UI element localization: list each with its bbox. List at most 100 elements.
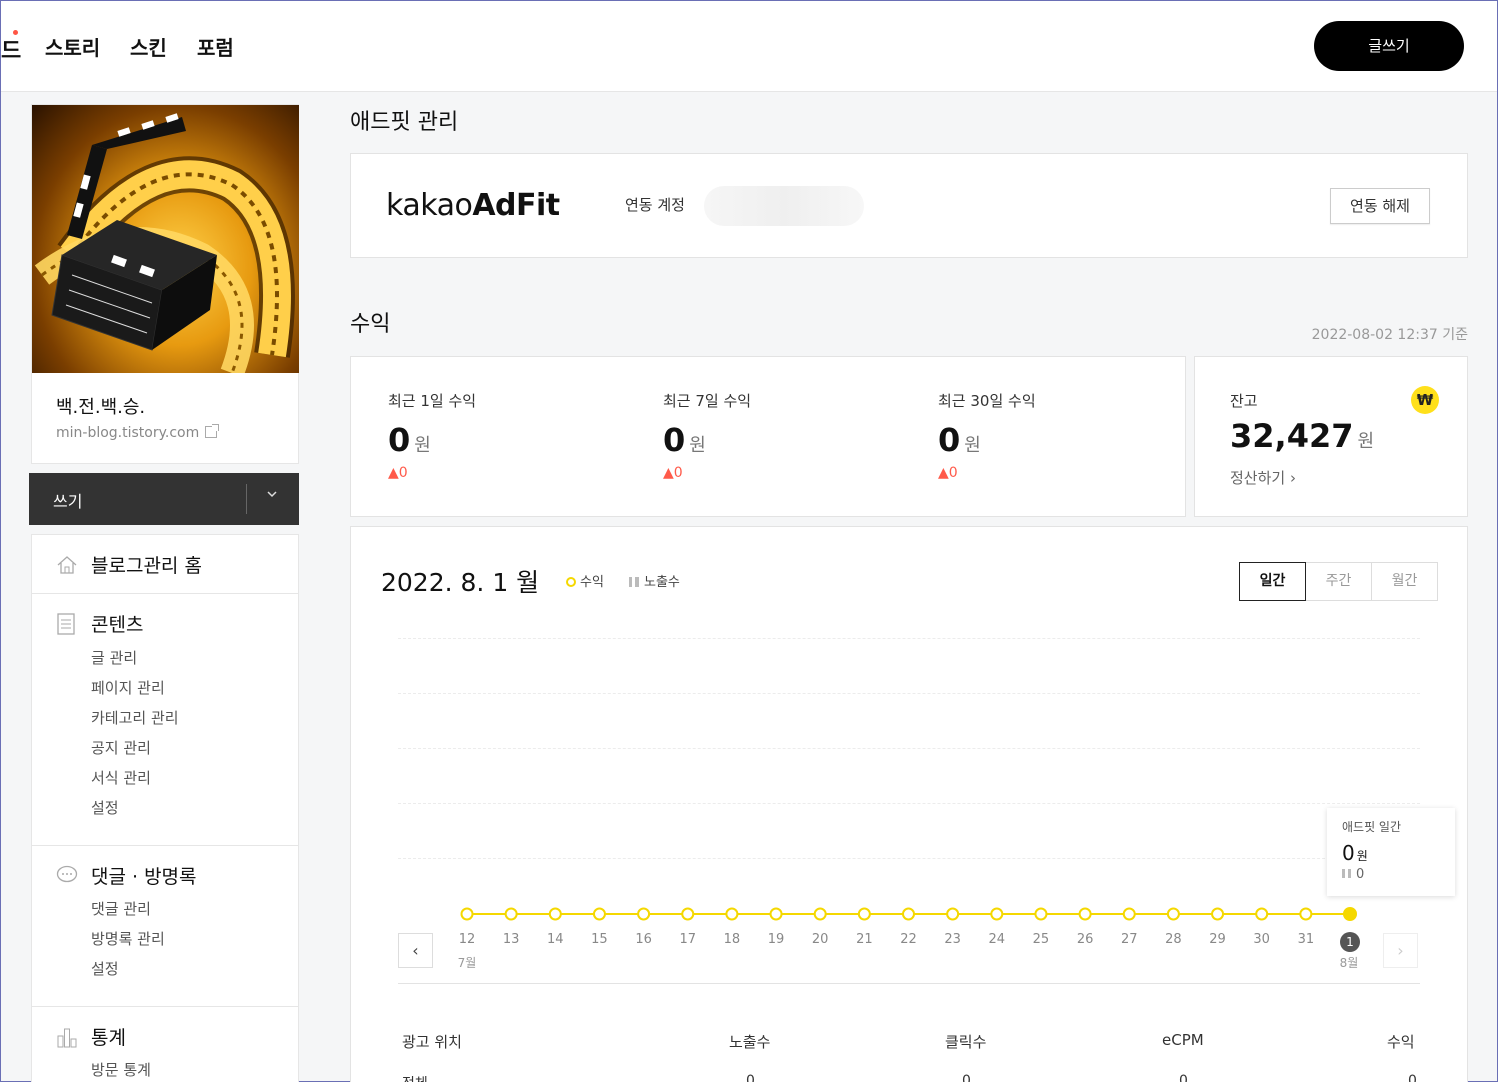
chevron-left-icon: ‹: [412, 941, 419, 960]
x-tick-label[interactable]: 18: [710, 932, 754, 947]
revenue-point[interactable]: [592, 907, 606, 921]
x-tick-label[interactable]: 31: [1284, 932, 1328, 947]
table-cell-ecpm: 0: [1179, 1073, 1188, 1082]
logo-dot: [13, 30, 18, 35]
write-dropdown-label[interactable]: 쓰기: [53, 488, 82, 512]
x-tick-label[interactable]: 15: [577, 932, 621, 947]
revenue-point[interactable]: [460, 907, 474, 921]
adfit-page-title: 애드핏 관리: [350, 110, 459, 135]
x-tick-label[interactable]: 17: [666, 932, 710, 947]
menu-section-home: 블로그관리 홈: [32, 535, 298, 594]
revenue-point[interactable]: [681, 907, 695, 921]
chart-prev-button[interactable]: ‹: [398, 933, 433, 968]
table-divider: [398, 983, 1420, 984]
revenue-point[interactable]: [1122, 907, 1136, 921]
stat-change: ▲0: [388, 465, 408, 481]
stat-unit: 원: [689, 435, 706, 456]
unlink-account-button[interactable]: 연동 해제: [1330, 188, 1430, 224]
menu-guestbook-manage[interactable]: 방명록 관리: [91, 924, 298, 954]
nav-forum[interactable]: 포럼: [197, 32, 234, 61]
sidebar: 백.전.백.승. min-blog.tistory.com 쓰기 블로그관리 홈…: [29, 104, 299, 1082]
revenue-point[interactable]: [548, 907, 562, 921]
menu-contents-label: 콘텐츠: [91, 613, 144, 636]
menu-section-stats: 통계 방문 통계: [32, 1007, 298, 1082]
x-tick-label[interactable]: 16: [622, 932, 666, 947]
x-tick-label[interactable]: 20: [798, 932, 842, 947]
x-tick-label[interactable]: 14: [533, 932, 577, 947]
revenue-point[interactable]: [1034, 907, 1048, 921]
menu-post-manage[interactable]: 글 관리: [91, 643, 298, 673]
home-icon: [56, 554, 77, 574]
revenue-point[interactable]: [1166, 907, 1180, 921]
adfit-account-card: kakaoAdFit 연동 계정 연동 해제: [350, 153, 1468, 258]
blog-profile-image[interactable]: [32, 105, 299, 373]
balance-value: 32,427 원: [1230, 417, 1374, 455]
menu-visit-stats[interactable]: 방문 통계: [91, 1055, 298, 1082]
x-tick-label[interactable]: 30: [1240, 932, 1284, 947]
tooltip-value-number: 0: [1342, 841, 1355, 865]
chevron-down-icon[interactable]: [265, 487, 279, 505]
menu-contents[interactable]: 콘텐츠: [32, 608, 298, 638]
revenue-point[interactable]: [990, 907, 1004, 921]
tistory-logo[interactable]: 드: [1, 33, 21, 65]
blog-url-text: min-blog.tistory.com: [56, 425, 200, 441]
tooltip-impressions: 0: [1342, 867, 1440, 882]
stat-label: 최근 7일 수익: [663, 392, 752, 410]
balance-number: 32,427: [1230, 417, 1354, 455]
chart-next-button[interactable]: ›: [1383, 933, 1418, 968]
revenue-point[interactable]: [1299, 907, 1313, 921]
x-tick-label[interactable]: 12: [445, 932, 489, 947]
stat-change: ▲0: [938, 465, 958, 481]
x-tick-label[interactable]: 26: [1063, 932, 1107, 947]
x-tick-label[interactable]: 25: [1019, 932, 1063, 947]
revenue-point[interactable]: [946, 907, 960, 921]
x-tick-label[interactable]: 21: [842, 932, 886, 947]
write-dropdown[interactable]: 쓰기: [29, 473, 299, 525]
revenue-point[interactable]: [1255, 907, 1269, 921]
x-tick-label[interactable]: 19: [754, 932, 798, 947]
menu-comments-settings[interactable]: 설정: [91, 954, 298, 984]
x-tick-label[interactable]: 22: [887, 932, 931, 947]
revenue-point[interactable]: [902, 907, 915, 921]
tooltip-impressions-value: 0: [1356, 867, 1365, 882]
blog-name: 백.전.백.승.: [56, 397, 146, 418]
admin-menu: 블로그관리 홈 콘텐츠 글 관리 페이지 관리 카테고리 관리 공지 관리 서식…: [31, 534, 299, 1082]
daily-chart-card: 2022. 8. 1 월 수익 노출수 일간 주간 월간 12 13 14 15 16 1…: [350, 526, 1468, 1082]
settle-link[interactable]: 정산하기 ›: [1230, 467, 1296, 488]
tab-daily[interactable]: 일간: [1239, 562, 1306, 601]
revenue-point[interactable]: [637, 907, 651, 921]
menu-template-manage[interactable]: 서식 관리: [91, 763, 298, 793]
nav-skin[interactable]: 스킨: [130, 32, 167, 61]
x-tick-label[interactable]: 29: [1196, 932, 1240, 947]
x-tick-label[interactable]: 28: [1151, 932, 1195, 947]
menu-notice-manage[interactable]: 공지 관리: [91, 733, 298, 763]
menu-comments[interactable]: 댓글 · 방명록: [32, 860, 298, 890]
table-header-clicks: 클릭수: [945, 1033, 987, 1051]
menu-contents-settings[interactable]: 설정: [91, 793, 298, 823]
revenue-point[interactable]: [1343, 907, 1357, 921]
revenue-point[interactable]: [1078, 907, 1092, 921]
revenue-point[interactable]: [857, 907, 871, 921]
blog-profile-card: 백.전.백.승. min-blog.tistory.com: [31, 104, 299, 464]
revenue-point[interactable]: [1211, 907, 1225, 921]
menu-category-manage[interactable]: 카테고리 관리: [91, 703, 298, 733]
menu-comment-manage[interactable]: 댓글 관리: [91, 894, 298, 924]
menu-stats[interactable]: 통계: [32, 1021, 298, 1051]
x-tick-label[interactable]: 23: [931, 932, 975, 947]
revenue-point[interactable]: [504, 907, 518, 921]
x-tick-label[interactable]: 13: [489, 932, 533, 947]
x-tick-label[interactable]: 27: [1107, 932, 1151, 947]
stat-value-number: 0: [938, 421, 961, 459]
revenue-point[interactable]: [725, 907, 739, 921]
x-tick-label[interactable]: 24: [975, 932, 1019, 947]
nav-story[interactable]: 스토리: [45, 32, 100, 61]
revenue-stats-card: 최근 1일 수익 0원 ▲0 최근 7일 수익 0원 ▲0 최근 30일 수익 …: [350, 356, 1186, 517]
menu-home[interactable]: 블로그관리 홈: [32, 549, 298, 579]
blog-url-link[interactable]: min-blog.tistory.com: [56, 424, 220, 441]
write-post-button[interactable]: 글쓰기: [1314, 21, 1464, 71]
revenue-point[interactable]: [813, 907, 827, 921]
revenue-point[interactable]: [769, 907, 783, 921]
x-tick-label[interactable]: 1: [1328, 932, 1372, 952]
linked-account-redacted: [704, 186, 864, 226]
menu-page-manage[interactable]: 페이지 관리: [91, 673, 298, 703]
